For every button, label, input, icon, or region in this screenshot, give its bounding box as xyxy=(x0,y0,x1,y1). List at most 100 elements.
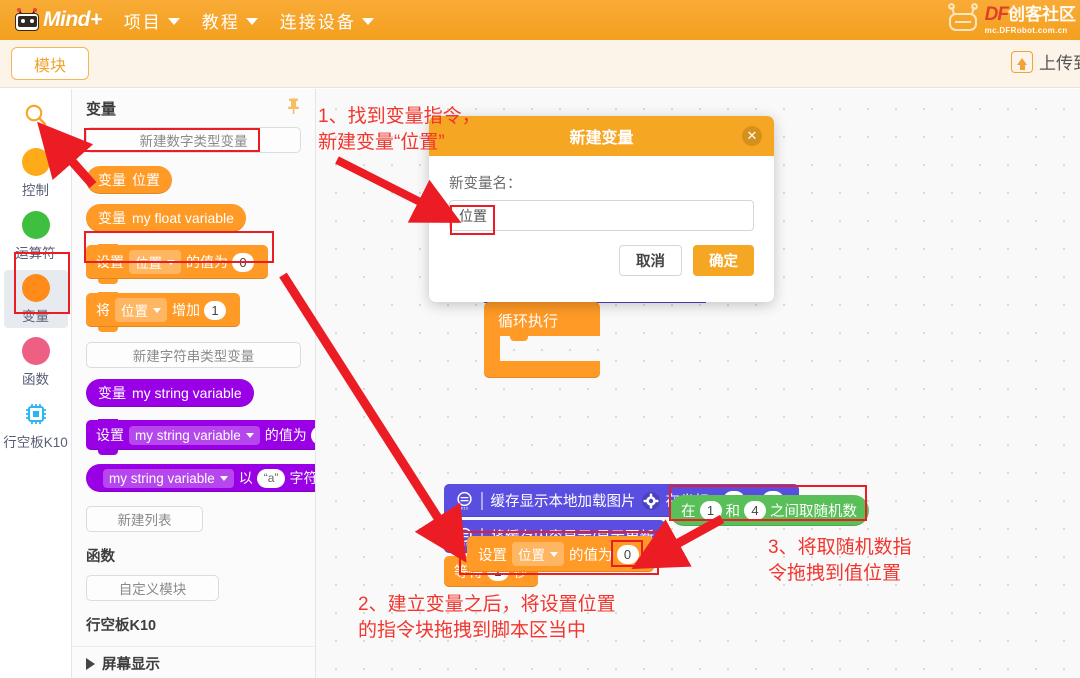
chevron-down-icon xyxy=(167,259,175,265)
sidebar-item-control[interactable]: 控制 xyxy=(4,144,68,202)
svg-text:K10: K10 xyxy=(461,505,469,510)
sidebar-item-variables[interactable]: 变量 xyxy=(3,270,68,328)
block-text-a: 缓存显示本地加载图片 xyxy=(490,494,636,510)
variables-dot-icon xyxy=(21,274,50,302)
secondary-toolbar: 模块 上传到 xyxy=(0,40,1080,88)
block-string-starts-with[interactable]: my string variable 以 “a” 字符串开始 xyxy=(86,464,315,492)
block-pick-random[interactable]: 在 1 和 4 之间取随机数 xyxy=(669,495,869,526)
variable-dropdown-value: 位置 xyxy=(135,256,162,271)
gear-icon[interactable] xyxy=(641,491,661,511)
variable-dropdown-value: 位置 xyxy=(121,304,148,319)
string-value-input[interactable]: “a” xyxy=(256,468,286,488)
chevron-down-icon xyxy=(219,475,228,481)
variable-name-input[interactable] xyxy=(449,200,754,231)
menu-item-project-label: 项目 xyxy=(123,12,162,32)
block-variable-name: my string variable xyxy=(132,385,242,401)
variable-dropdown[interactable]: 位置 xyxy=(512,542,564,566)
variable-dropdown[interactable]: 位置 xyxy=(129,250,181,274)
tab-module[interactable]: 模块 xyxy=(11,47,90,80)
watermark-site-label: mc.DFRobot.com.cn xyxy=(984,26,1068,35)
palette-category-title: 变量 xyxy=(86,101,117,118)
cancel-button[interactable]: 取消 xyxy=(619,245,682,276)
block-forever[interactable]: 循环执行 xyxy=(484,302,600,378)
string-variable-dropdown[interactable]: my string variable xyxy=(129,425,260,445)
sidebar-item-functions-label: 函数 xyxy=(22,372,49,387)
variable-dropdown-value: 位置 xyxy=(518,548,545,563)
dialog-header: 新建变量 ✕ xyxy=(429,116,774,156)
block-text-a: 在 xyxy=(681,504,696,520)
block-variable-position[interactable]: 变量 位置 xyxy=(86,166,172,194)
random-max-input[interactable]: 4 xyxy=(744,501,766,520)
value-input[interactable]: 0 xyxy=(232,252,254,272)
menu-item-tutorial-label: 教程 xyxy=(201,12,240,32)
pin-icon[interactable] xyxy=(286,97,301,120)
block-text-b: 和 xyxy=(725,504,741,520)
sidebar-item-operators-label: 运算符 xyxy=(15,246,56,261)
string-variable-dropdown[interactable]: my string variable xyxy=(103,468,234,488)
value-input[interactable]: 1 xyxy=(204,300,226,320)
block-text-c: 之间取随机数 xyxy=(770,504,857,520)
dialog-body: 新变量名： xyxy=(429,156,774,231)
sidebar-item-functions[interactable]: 函数 xyxy=(4,333,68,391)
chevron-down-icon xyxy=(550,551,558,557)
brand-name: Mind+ xyxy=(43,8,102,31)
custom-block-button[interactable]: 自定义模块 xyxy=(86,575,219,601)
new-list-button[interactable]: 新建列表 xyxy=(86,506,203,532)
search-icon[interactable] xyxy=(0,102,72,128)
palette-section-functions: 函数 xyxy=(86,549,115,565)
menu-item-tutorial[interactable]: 教程 xyxy=(202,8,258,33)
close-icon[interactable]: ✕ xyxy=(742,126,762,146)
block-variable-name: 位置 xyxy=(132,172,160,188)
value-input[interactable]: 0 xyxy=(616,544,639,564)
category-rail: 控制 运算符 变量 函数 行空板K10 xyxy=(0,89,72,678)
sidebar-item-control-label: 控制 xyxy=(22,183,49,198)
mindplus-window: Mind+ 项目 教程 连接设备 DF 创客社区 mc.DFRobot.com.… xyxy=(0,0,1080,678)
new-string-variable-button[interactable]: 新建字符串类型变量 xyxy=(86,342,301,368)
upload-to-device-button[interactable]: 上传到 xyxy=(1011,49,1080,74)
block-mid: 增加 xyxy=(172,302,200,318)
confirm-button[interactable]: 确定 xyxy=(693,245,754,276)
variable-dropdown[interactable]: 位置 xyxy=(115,298,167,322)
dialog-title: 新建变量 xyxy=(569,130,634,147)
chevron-down-icon xyxy=(153,307,161,313)
sidebar-item-k10[interactable]: 行空板K10 xyxy=(3,396,68,454)
control-dot-icon xyxy=(21,148,50,176)
menu-item-connect-device[interactable]: 连接设备 xyxy=(280,8,374,33)
robot-logo-icon xyxy=(14,8,40,32)
block-set-variable-palette[interactable]: 设置 位置 的值为 0 xyxy=(86,244,268,284)
block-prefix: 设置 xyxy=(96,427,124,443)
new-variable-dialog[interactable]: 新建变量 ✕ 新变量名： 取消 确定 xyxy=(429,116,774,302)
block-variable-name: my float variable xyxy=(132,210,234,226)
dfrobot-mascot-icon xyxy=(943,3,983,37)
app-logo[interactable]: Mind+ xyxy=(14,8,102,32)
sidebar-item-operators[interactable]: 运算符 xyxy=(4,207,68,265)
chip-icon xyxy=(22,400,50,428)
block-set-variable-canvas[interactable]: 设置 位置 的值为 0 xyxy=(467,536,654,572)
block-variable-my-float[interactable]: 变量 my float variable xyxy=(86,204,246,232)
block-set-string-variable[interactable]: 设置 my string variable 的值为 “hello” xyxy=(86,419,315,455)
new-number-variable-button[interactable]: 新建数字类型变量 xyxy=(86,127,301,153)
menu-bar-items: 项目 教程 连接设备 xyxy=(124,8,374,33)
watermark-df-label: DF xyxy=(984,4,1009,25)
block-change-variable-palette[interactable]: 将 位置 增加 1 xyxy=(86,292,240,332)
palette-header: 变量 xyxy=(72,89,315,122)
block-label: 变量 xyxy=(98,172,126,188)
triangle-right-icon xyxy=(86,657,95,670)
block-variable-my-string[interactable]: 变量 my string variable xyxy=(86,379,254,407)
menu-item-connect-device-label: 连接设备 xyxy=(279,12,356,32)
block-palette[interactable]: 变量 新建数字类型变量 变量 位置 变量 my float variable 设… xyxy=(72,89,316,678)
block-mid: 的值为 xyxy=(569,547,613,564)
palette-section-screen-display[interactable]: 屏幕显示 xyxy=(72,646,315,678)
random-min-input[interactable]: 1 xyxy=(699,501,722,520)
block-label: 变量 xyxy=(98,385,126,401)
palette-section-screen-display-label: 屏幕显示 xyxy=(102,657,160,673)
menu-item-project[interactable]: 项目 xyxy=(124,8,180,33)
variable-name-label: 新变量名： xyxy=(449,176,522,192)
chevron-down-icon xyxy=(245,432,254,438)
string-variable-dropdown-value: my string variable xyxy=(135,427,241,443)
sidebar-item-variables-label: 变量 xyxy=(22,309,49,324)
upload-button-label: 上传到 xyxy=(1039,54,1080,73)
block-mid: 的值为 xyxy=(264,427,307,443)
block-label: 变量 xyxy=(98,210,126,226)
operators-dot-icon xyxy=(21,211,50,239)
